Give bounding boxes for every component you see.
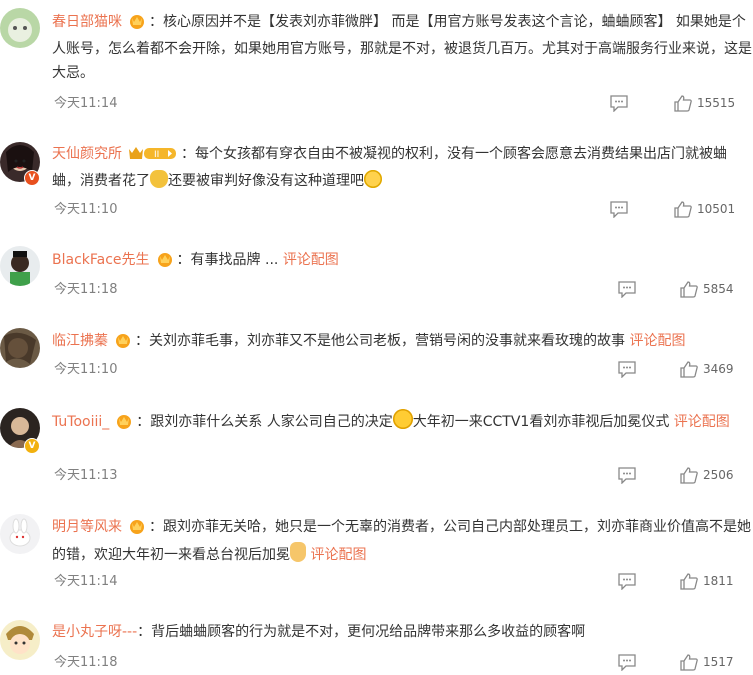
username[interactable]: 明月等风来	[52, 519, 122, 535]
separator: ：	[176, 252, 191, 268]
username[interactable]: 天仙颜究所	[52, 146, 122, 162]
verified-badge-icon: V	[24, 170, 40, 186]
comment-image-link[interactable]: 评论配图	[629, 333, 685, 349]
speechless-face-emoji-icon	[364, 170, 382, 188]
victory-hand-emoji-icon	[290, 542, 306, 562]
reply-icon[interactable]	[617, 466, 637, 488]
avatar[interactable]	[0, 246, 40, 286]
like-count: 10501	[697, 202, 736, 216]
comment-text-cont: 还要被审判好像没有这种道理吧	[168, 173, 364, 189]
vip-crown-icon	[156, 251, 174, 275]
vip-crown-icon	[115, 413, 133, 437]
shocked-face-emoji-icon	[392, 409, 413, 429]
timestamp: 今天11:14	[54, 96, 118, 111]
separator: ：	[181, 146, 195, 162]
comment-text: 跟刘亦菲什么关系 人家公司自己的决定	[150, 414, 393, 430]
separator: ：	[136, 414, 151, 430]
comment-text-cont: 大年初一来CCTV1看刘亦菲视后加冕仪式	[412, 414, 674, 430]
reply-icon[interactable]	[609, 94, 629, 116]
like-count: 15515	[697, 96, 736, 110]
separator: ：	[149, 14, 163, 30]
timestamp: 今天11:10	[54, 202, 118, 217]
username[interactable]: BlackFace先生	[52, 252, 150, 268]
vip-crown-icon	[128, 13, 146, 37]
vip-level-badge-icon: II	[128, 145, 178, 169]
reply-icon[interactable]	[609, 200, 629, 222]
timestamp: 今天11:13	[54, 468, 118, 483]
reply-icon[interactable]	[617, 572, 637, 594]
like-count: 1811	[703, 574, 734, 588]
timestamp: 今天11:14	[54, 574, 118, 589]
reply-icon[interactable]	[617, 360, 637, 382]
separator: ：	[149, 519, 163, 535]
username[interactable]: 是小丸子呀---	[52, 624, 137, 640]
avatar[interactable]	[0, 8, 40, 48]
like-icon[interactable]	[673, 200, 693, 222]
timestamp: 今天11:10	[54, 362, 118, 377]
avatar[interactable]	[0, 514, 40, 554]
like-icon[interactable]	[679, 572, 699, 594]
timestamp: 今天11:18	[54, 282, 118, 297]
comment-image-link[interactable]: 评论配图	[674, 414, 730, 430]
like-count: 2506	[703, 468, 734, 482]
comment-image-link[interactable]: 评论配图	[283, 252, 339, 268]
like-count: 3469	[703, 362, 734, 376]
like-icon[interactable]	[679, 360, 699, 382]
like-icon[interactable]	[679, 466, 699, 488]
separator: ：	[137, 624, 152, 640]
comment-image-link[interactable]: 评论配图	[310, 547, 366, 563]
username[interactable]: 春日部猫咪	[52, 14, 122, 30]
like-icon[interactable]	[679, 653, 699, 675]
svg-text:II: II	[154, 150, 159, 160]
comment-text: 背后蛐蛐顾客的行为就是不对，更何况给品牌带来那么多收益的顾客啊	[151, 624, 586, 640]
username[interactable]: 临江拂蓁	[52, 333, 108, 349]
vip-crown-icon	[114, 332, 132, 356]
vip-crown-icon	[128, 518, 146, 542]
username[interactable]: TuTooiii_	[52, 414, 109, 430]
reply-icon[interactable]	[617, 280, 637, 302]
like-count: 5854	[703, 282, 734, 296]
verified-badge-icon: V	[24, 438, 40, 454]
timestamp: 今天11:18	[54, 655, 118, 670]
like-icon[interactable]	[673, 94, 693, 116]
reply-icon[interactable]	[617, 653, 637, 675]
avatar[interactable]	[0, 328, 40, 368]
like-icon[interactable]	[679, 280, 699, 302]
money-bag-emoji-icon	[150, 170, 168, 188]
comment-text: 有事找品牌 ...	[190, 252, 283, 268]
avatar[interactable]	[0, 620, 40, 660]
comment-text: 关刘亦菲毛事，刘亦菲又不是他公司老板，营销号闲的没事就来看玫瑰的故事	[149, 333, 630, 349]
separator: ：	[135, 333, 149, 349]
